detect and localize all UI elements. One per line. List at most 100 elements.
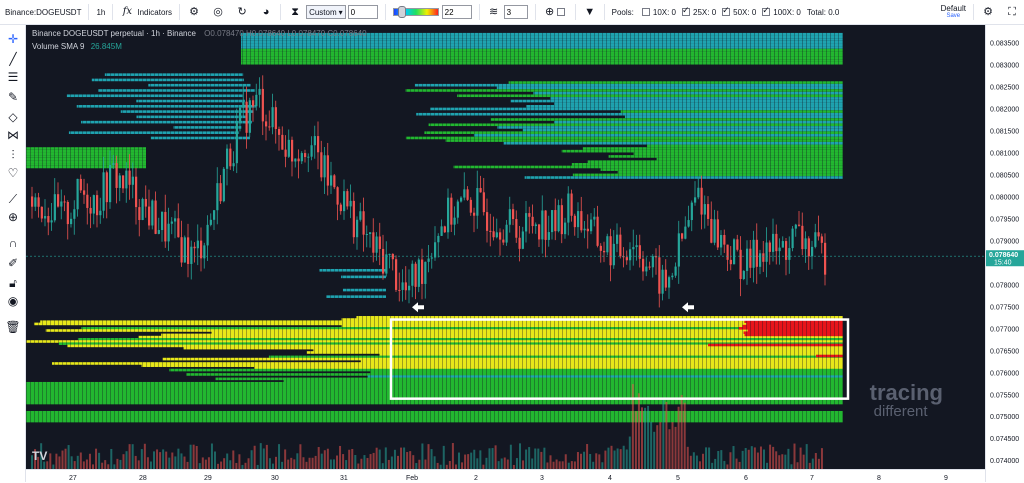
hourglass-icon: ⧗ bbox=[291, 5, 299, 18]
heatmap-stripe bbox=[254, 25, 255, 469]
symbol-search[interactable]: Binance:DOGEUSDT bbox=[0, 0, 86, 25]
fullscreen-icon: ⛶ bbox=[1008, 5, 1016, 18]
slider-knob[interactable] bbox=[397, 6, 406, 18]
eye-icon[interactable]: ◉ bbox=[4, 293, 22, 309]
zoom-in-icon[interactable]: ⊕ bbox=[4, 209, 22, 225]
layout-button[interactable]: Default Save bbox=[936, 0, 971, 25]
pool-25x-checkbox[interactable] bbox=[682, 5, 691, 16]
volume-bar bbox=[784, 454, 787, 469]
volume-bar bbox=[128, 444, 131, 469]
indicators-button[interactable]: fx Indicators bbox=[115, 0, 177, 25]
candle-body bbox=[486, 212, 489, 231]
pool-100x-checkbox[interactable] bbox=[762, 5, 771, 16]
pool-10x-label: 10X: 0 bbox=[652, 7, 677, 17]
candle-body bbox=[772, 233, 775, 252]
pool-50x-checkbox[interactable] bbox=[722, 5, 731, 16]
pool-25x-toggle[interactable]: 25X: 0 bbox=[679, 0, 719, 25]
volume-bar bbox=[549, 455, 552, 469]
pool-10x-toggle[interactable]: 10X: 0 bbox=[639, 0, 679, 25]
volume-bar bbox=[543, 447, 546, 469]
heatmap-stripe bbox=[222, 25, 223, 469]
heatmap-stripe bbox=[34, 25, 35, 469]
heatmap-stripe bbox=[66, 25, 67, 469]
candle-body bbox=[317, 136, 320, 153]
hide-button[interactable]: ◎ bbox=[206, 0, 230, 25]
heatmap-stripe bbox=[650, 25, 651, 469]
heatmap-stripe bbox=[326, 25, 327, 469]
pattern-icon[interactable]: ◇ bbox=[4, 109, 22, 125]
separator bbox=[973, 4, 974, 20]
filter-button[interactable]: ▼ bbox=[578, 0, 602, 25]
custom-select-value: Custom bbox=[309, 7, 337, 17]
pool-100x-toggle[interactable]: 100X: 0 bbox=[759, 0, 804, 25]
fib-icon[interactable]: ⫶ bbox=[4, 147, 22, 163]
candle-body bbox=[164, 211, 167, 242]
magnet-icon[interactable]: ∩ bbox=[4, 235, 22, 251]
candle-body bbox=[538, 224, 541, 240]
xabcd-icon[interactable]: ⋈ bbox=[4, 127, 22, 143]
candle-body bbox=[642, 258, 645, 272]
total-readout: Total: 0.0 bbox=[804, 0, 842, 25]
chart-canvas[interactable] bbox=[26, 25, 985, 469]
candle-body bbox=[469, 199, 472, 213]
heatmap-stripe bbox=[554, 25, 555, 469]
target-icon[interactable]: ⊕ bbox=[543, 5, 557, 19]
volume-bar bbox=[360, 458, 363, 469]
volume-bar bbox=[430, 449, 433, 469]
candle-body bbox=[564, 222, 567, 235]
lock-icon[interactable]: 🔓︎ bbox=[4, 275, 22, 291]
top-toolbar: Binance:DOGEUSDT 1h fx Indicators ⚙ ◎ ↻ … bbox=[0, 0, 1024, 25]
volume-bar bbox=[641, 407, 643, 469]
lock-draw-icon[interactable]: ✐ bbox=[4, 255, 22, 271]
pool-10x-checkbox[interactable] bbox=[641, 8, 650, 16]
chart-pane[interactable]: Binance DOGEUSDT perpetual · 1h · Binanc… bbox=[26, 25, 985, 469]
settings-gear-button[interactable]: ⚙ bbox=[182, 0, 206, 25]
refresh-button[interactable]: ↻ bbox=[230, 0, 254, 25]
candle-body bbox=[499, 232, 502, 240]
volume-bar bbox=[165, 451, 168, 469]
heatmap-stripe bbox=[250, 25, 251, 469]
chart-settings-button[interactable]: ⚙ bbox=[976, 0, 1000, 25]
heatmap-stripe bbox=[402, 25, 403, 469]
volume-bar bbox=[162, 449, 165, 469]
fullscreen-button[interactable]: ⛶ bbox=[1000, 0, 1024, 25]
heatmap-stripe bbox=[126, 25, 127, 469]
candle-body bbox=[170, 221, 173, 224]
heatmap-stripe bbox=[162, 25, 163, 469]
brush-icon[interactable]: ✎ bbox=[4, 89, 22, 105]
volume-bar bbox=[49, 453, 52, 469]
pool-50x-toggle[interactable]: 50X: 0 bbox=[719, 0, 759, 25]
interval-button[interactable]: 1h bbox=[91, 0, 110, 25]
price-axis[interactable]: 0.083500 0.083000 0.082500 0.082000 0.081500… bbox=[985, 25, 1024, 482]
candle-body bbox=[645, 266, 648, 272]
heatmap-stripe bbox=[318, 25, 319, 469]
heatmap-stripe bbox=[322, 25, 323, 469]
heart-icon[interactable]: ♡ bbox=[4, 165, 22, 181]
candle-body bbox=[154, 200, 157, 234]
gradient-slider[interactable] bbox=[392, 6, 439, 18]
crosshair-checkbox[interactable] bbox=[556, 8, 565, 16]
candle-body bbox=[525, 213, 528, 232]
time-axis[interactable]: 27 28 29 30 31 Feb 2 3 4 5 6 7 8 9 bbox=[26, 469, 985, 482]
horizontal-lines-icon[interactable]: ☰ bbox=[4, 69, 22, 85]
custom-select[interactable]: Custom ▾ bbox=[306, 5, 346, 19]
volume-bar bbox=[586, 444, 589, 469]
heatmap-stripe bbox=[334, 25, 335, 469]
separator bbox=[112, 4, 114, 20]
volume-bar bbox=[76, 455, 79, 469]
ruler-icon[interactable]: ⟋ bbox=[4, 191, 22, 207]
layers-value-input[interactable] bbox=[503, 5, 528, 19]
volume-bar bbox=[140, 449, 143, 469]
liquidation-level-bar bbox=[656, 157, 843, 161]
candle-body bbox=[674, 266, 677, 276]
heatmap-stripe bbox=[42, 25, 43, 469]
trend-line-icon[interactable]: ╱ bbox=[4, 51, 22, 67]
heatmap-stripe bbox=[818, 25, 819, 469]
separator bbox=[534, 4, 536, 20]
gradient-value-input[interactable] bbox=[441, 5, 472, 19]
candle-body bbox=[648, 266, 651, 268]
crosshair-tool-icon[interactable]: ✛ bbox=[4, 31, 22, 47]
trash-icon[interactable]: 🗑︎ bbox=[4, 319, 22, 335]
palette-button[interactable]: ◕ bbox=[254, 0, 278, 25]
custom-value-input[interactable] bbox=[347, 5, 378, 19]
